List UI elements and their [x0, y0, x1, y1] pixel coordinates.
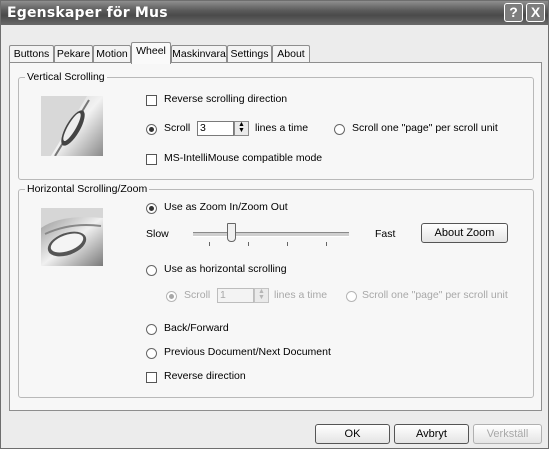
tab-pekare[interactable]: Pekare	[54, 45, 93, 62]
help-button[interactable]: ?	[504, 3, 523, 22]
scroll-lines-spinner[interactable]: ▲ ▼	[234, 121, 249, 136]
scroll-page-radio[interactable]	[334, 124, 345, 135]
scroll-lines-radio[interactable]	[146, 124, 157, 135]
title-bar[interactable]: Egenskaper för Mus ? X	[1, 1, 548, 25]
intellimouse-compat-checkbox[interactable]	[146, 154, 157, 165]
vertical-scrolling-group: Vertical Scrolling Reverse scrolling dir…	[18, 71, 534, 180]
about-zoom-button[interactable]: About Zoom	[421, 223, 508, 243]
reverse-direction-checkbox[interactable]	[146, 372, 157, 383]
scroll-page-label: Scroll one "page" per scroll unit	[352, 122, 498, 134]
cancel-button[interactable]: Avbryt	[394, 424, 469, 444]
slider-tick	[248, 242, 249, 246]
zoom-speed-thumb[interactable]	[227, 223, 236, 242]
hscroll-page-label: Scroll one "page" per scroll unit	[362, 289, 508, 301]
slow-label: Slow	[146, 228, 169, 240]
back-forward-label: Back/Forward	[164, 322, 229, 334]
hscroll-lines-spinner[interactable]: ▲ ▼	[254, 288, 269, 303]
scroll-lines-label: Scroll	[164, 122, 191, 134]
tab-maskinvara[interactable]: Maskinvara	[171, 45, 227, 62]
zoom-speed-track[interactable]	[193, 232, 349, 237]
hscroll-lines-a-time-label: lines a time	[274, 289, 328, 301]
mouse-wheel-horizontal-icon	[41, 208, 103, 266]
tab-about[interactable]: About	[272, 45, 310, 62]
close-button[interactable]: X	[526, 3, 545, 22]
zoom-radio[interactable]	[146, 203, 157, 214]
fast-label: Fast	[375, 228, 396, 240]
hscroll-page-radio[interactable]	[346, 291, 357, 302]
tab-buttons[interactable]: Buttons	[9, 45, 54, 62]
tab-settings[interactable]: Settings	[227, 45, 272, 62]
ok-button[interactable]: OK	[315, 424, 390, 444]
intellimouse-compat-label: MS-IntelliMouse compatible mode	[164, 152, 323, 164]
horizontal-scrolling-title: Horizontal Scrolling/Zoom	[25, 183, 150, 195]
tab-wheel[interactable]: Wheel	[131, 42, 171, 64]
vertical-scrolling-title: Vertical Scrolling	[25, 71, 107, 83]
slider-tick	[209, 242, 210, 246]
reverse-scrolling-checkbox[interactable]	[146, 95, 157, 106]
tab-motion[interactable]: Motion	[93, 45, 131, 62]
mouse-wheel-vertical-icon	[41, 96, 103, 156]
slider-tick	[287, 242, 288, 246]
reverse-direction-label: Reverse direction	[164, 370, 246, 382]
prev-next-document-label: Previous Document/Next Document	[164, 346, 331, 358]
mouse-properties-window: Egenskaper för Mus ? X Buttons Pekare Mo…	[0, 0, 549, 449]
reverse-scrolling-label: Reverse scrolling direction	[164, 93, 288, 105]
hscroll-lines-label: Scroll	[184, 289, 211, 301]
hscroll-lines-radio[interactable]	[166, 291, 177, 302]
prev-next-document-radio[interactable]	[146, 348, 157, 359]
horizontal-scroll-radio[interactable]	[146, 265, 157, 276]
scroll-lines-input[interactable]: 3	[197, 121, 234, 136]
lines-a-time-label: lines a time	[255, 122, 309, 134]
horizontal-scroll-label: Use as horizontal scrolling	[164, 263, 287, 275]
hscroll-lines-input[interactable]: 1	[217, 288, 254, 303]
window-title: Egenskaper för Mus	[7, 5, 168, 21]
slider-tick	[326, 242, 327, 246]
zoom-label: Use as Zoom In/Zoom Out	[164, 201, 288, 213]
wheel-tab-panel: Vertical Scrolling Reverse scrolling dir…	[9, 62, 542, 411]
apply-button[interactable]: Verkställ	[473, 424, 542, 444]
back-forward-radio[interactable]	[146, 324, 157, 335]
horizontal-scrolling-group: Horizontal Scrolling/Zoom Use as Zoom In…	[18, 183, 534, 398]
